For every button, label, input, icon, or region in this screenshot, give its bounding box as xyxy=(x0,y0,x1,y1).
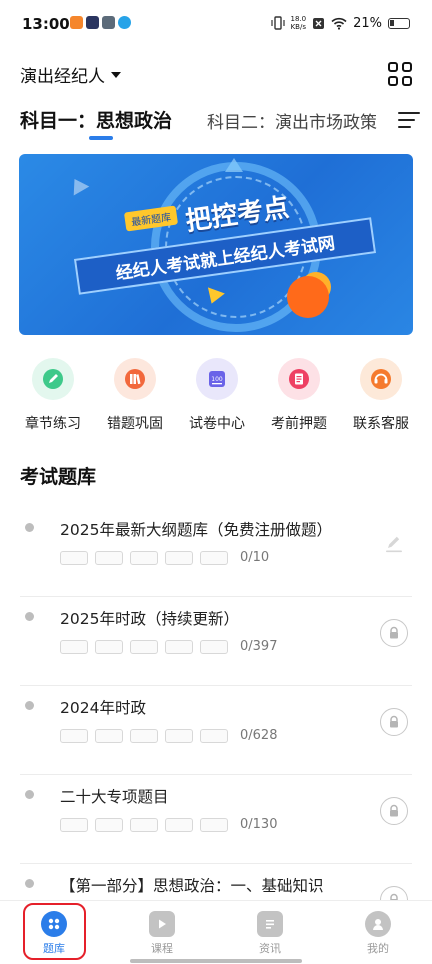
tab-label: 我的 xyxy=(367,942,389,955)
quick-link-label: 章节练习 xyxy=(25,416,81,432)
home-indicator[interactable] xyxy=(130,959,302,963)
quick-link-paper-center[interactable]: 100 试卷中心 xyxy=(176,358,258,438)
quick-link-label: 联系客服 xyxy=(353,416,409,432)
decor-triangle-icon xyxy=(66,174,90,196)
bullet-dot xyxy=(25,879,34,888)
link-notification-icon xyxy=(102,16,115,29)
quick-link-pre-exam[interactable]: 考前押题 xyxy=(258,358,340,438)
bank-count: 0/10 xyxy=(240,550,270,565)
bank-title: 2024年时政 xyxy=(60,699,146,717)
active-tab-highlight xyxy=(23,903,86,960)
edit-icon[interactable] xyxy=(380,530,408,558)
quick-link-label: 考前押题 xyxy=(271,416,327,432)
browser-notification-icon xyxy=(118,16,131,29)
bank-title: 【第一部分】思想政治：一、基础知识 xyxy=(60,877,324,895)
question-bank-item[interactable]: 2025年时政（持续更新） 0/397 xyxy=(20,597,412,686)
bank-count: 0/130 xyxy=(240,817,278,832)
battery-icon xyxy=(388,17,410,29)
exam-selector[interactable]: 演出经纪人 xyxy=(20,62,121,87)
profile-icon xyxy=(365,911,391,937)
quick-link-label: 错题巩固 xyxy=(107,416,163,432)
tab-label: 课程 xyxy=(151,942,173,955)
promo-banner[interactable]: 最新题库 把控考点 经纪人考试就上经纪人考试网 xyxy=(19,154,413,335)
quick-link-wrong-review[interactable]: 错题巩固 xyxy=(94,358,176,438)
net-speed-value: 18.0 xyxy=(290,15,307,23)
flame-icon xyxy=(287,276,329,318)
quick-link-customer-service[interactable]: 联系客服 xyxy=(340,358,422,438)
pencil-icon xyxy=(32,358,74,400)
news-icon xyxy=(257,911,283,937)
bank-title: 2025年最新大纲题库（免费注册做题） xyxy=(60,521,332,539)
books-icon xyxy=(114,358,156,400)
status-time: 13:00 xyxy=(22,15,70,33)
question-bank-list: 2025年最新大纲题库（免费注册做题） 0/10 2025年时政（持续更新） 0… xyxy=(20,508,412,953)
bank-progress: 0/10 xyxy=(60,550,269,565)
exam-name: 演出经纪人 xyxy=(20,67,105,87)
subject-tab-indicator xyxy=(89,136,113,140)
system-status: 18.0 KB/s 21% xyxy=(270,15,410,31)
subject-tab-other[interactable]: 科目二：演出市场政策 xyxy=(207,108,377,133)
svg-text:100: 100 xyxy=(211,376,223,383)
play-icon xyxy=(149,911,175,937)
tab-profile[interactable]: 我的 xyxy=(324,901,432,964)
bank-title: 2025年时政（持续更新） xyxy=(60,610,239,628)
header: 演出经纪人 xyxy=(20,62,412,88)
bullet-dot xyxy=(25,523,34,532)
tab-label: 资讯 xyxy=(259,942,281,955)
bullet-dot xyxy=(25,790,34,799)
tab-courses[interactable]: 课程 xyxy=(108,901,216,964)
net-speed-unit: KB/s xyxy=(290,23,306,31)
bank-count: 0/397 xyxy=(240,639,278,654)
bullet-dot xyxy=(25,612,34,621)
vibrate-icon xyxy=(270,16,285,30)
no-sim-icon xyxy=(313,17,325,29)
tab-news[interactable]: 资讯 xyxy=(216,901,324,964)
quick-link-label: 试卷中心 xyxy=(189,416,245,432)
app-notification-icon xyxy=(70,16,83,29)
bullet-dot xyxy=(25,701,34,710)
caret-down-icon xyxy=(111,71,121,78)
subject-tabs: 科目一：思想政治 科目二：演出市场政策 xyxy=(20,106,420,146)
notification-icons xyxy=(70,16,131,29)
subject-tab-active[interactable]: 科目一：思想政治 xyxy=(20,106,172,133)
net-speed: 18.0 KB/s xyxy=(291,15,307,31)
section-title: 考试题库 xyxy=(20,466,97,488)
bank-progress: 0/397 xyxy=(60,639,277,654)
apps-grid-icon[interactable] xyxy=(388,62,412,86)
quick-link-chapter-practice[interactable]: 章节练习 xyxy=(12,358,94,438)
wifi-icon xyxy=(331,17,347,30)
lock-icon[interactable] xyxy=(380,708,408,736)
subject-menu-icon[interactable] xyxy=(398,112,420,128)
bank-title: 二十大专项题目 xyxy=(60,788,169,806)
question-bank-item[interactable]: 2024年时政 0/628 xyxy=(20,686,412,775)
lock-icon[interactable] xyxy=(380,797,408,825)
document-icon xyxy=(278,358,320,400)
quick-links: 章节练习 错题巩固 100 试卷中心 考前押题 联系客服 xyxy=(12,358,422,438)
video-notification-icon xyxy=(86,16,99,29)
question-bank-item[interactable]: 二十大专项题目 0/130 xyxy=(20,775,412,864)
status-bar: 13:00 18.0 KB/s 21% xyxy=(0,0,432,50)
lock-icon[interactable] xyxy=(380,619,408,647)
bank-progress: 0/130 xyxy=(60,817,277,832)
bank-progress: 0/628 xyxy=(60,728,277,743)
paper-icon: 100 xyxy=(196,358,238,400)
battery-percent: 21% xyxy=(353,15,382,31)
question-bank-item[interactable]: 2025年最新大纲题库（免费注册做题） 0/10 xyxy=(20,508,412,597)
bank-count: 0/628 xyxy=(240,728,278,743)
headset-icon xyxy=(360,358,402,400)
